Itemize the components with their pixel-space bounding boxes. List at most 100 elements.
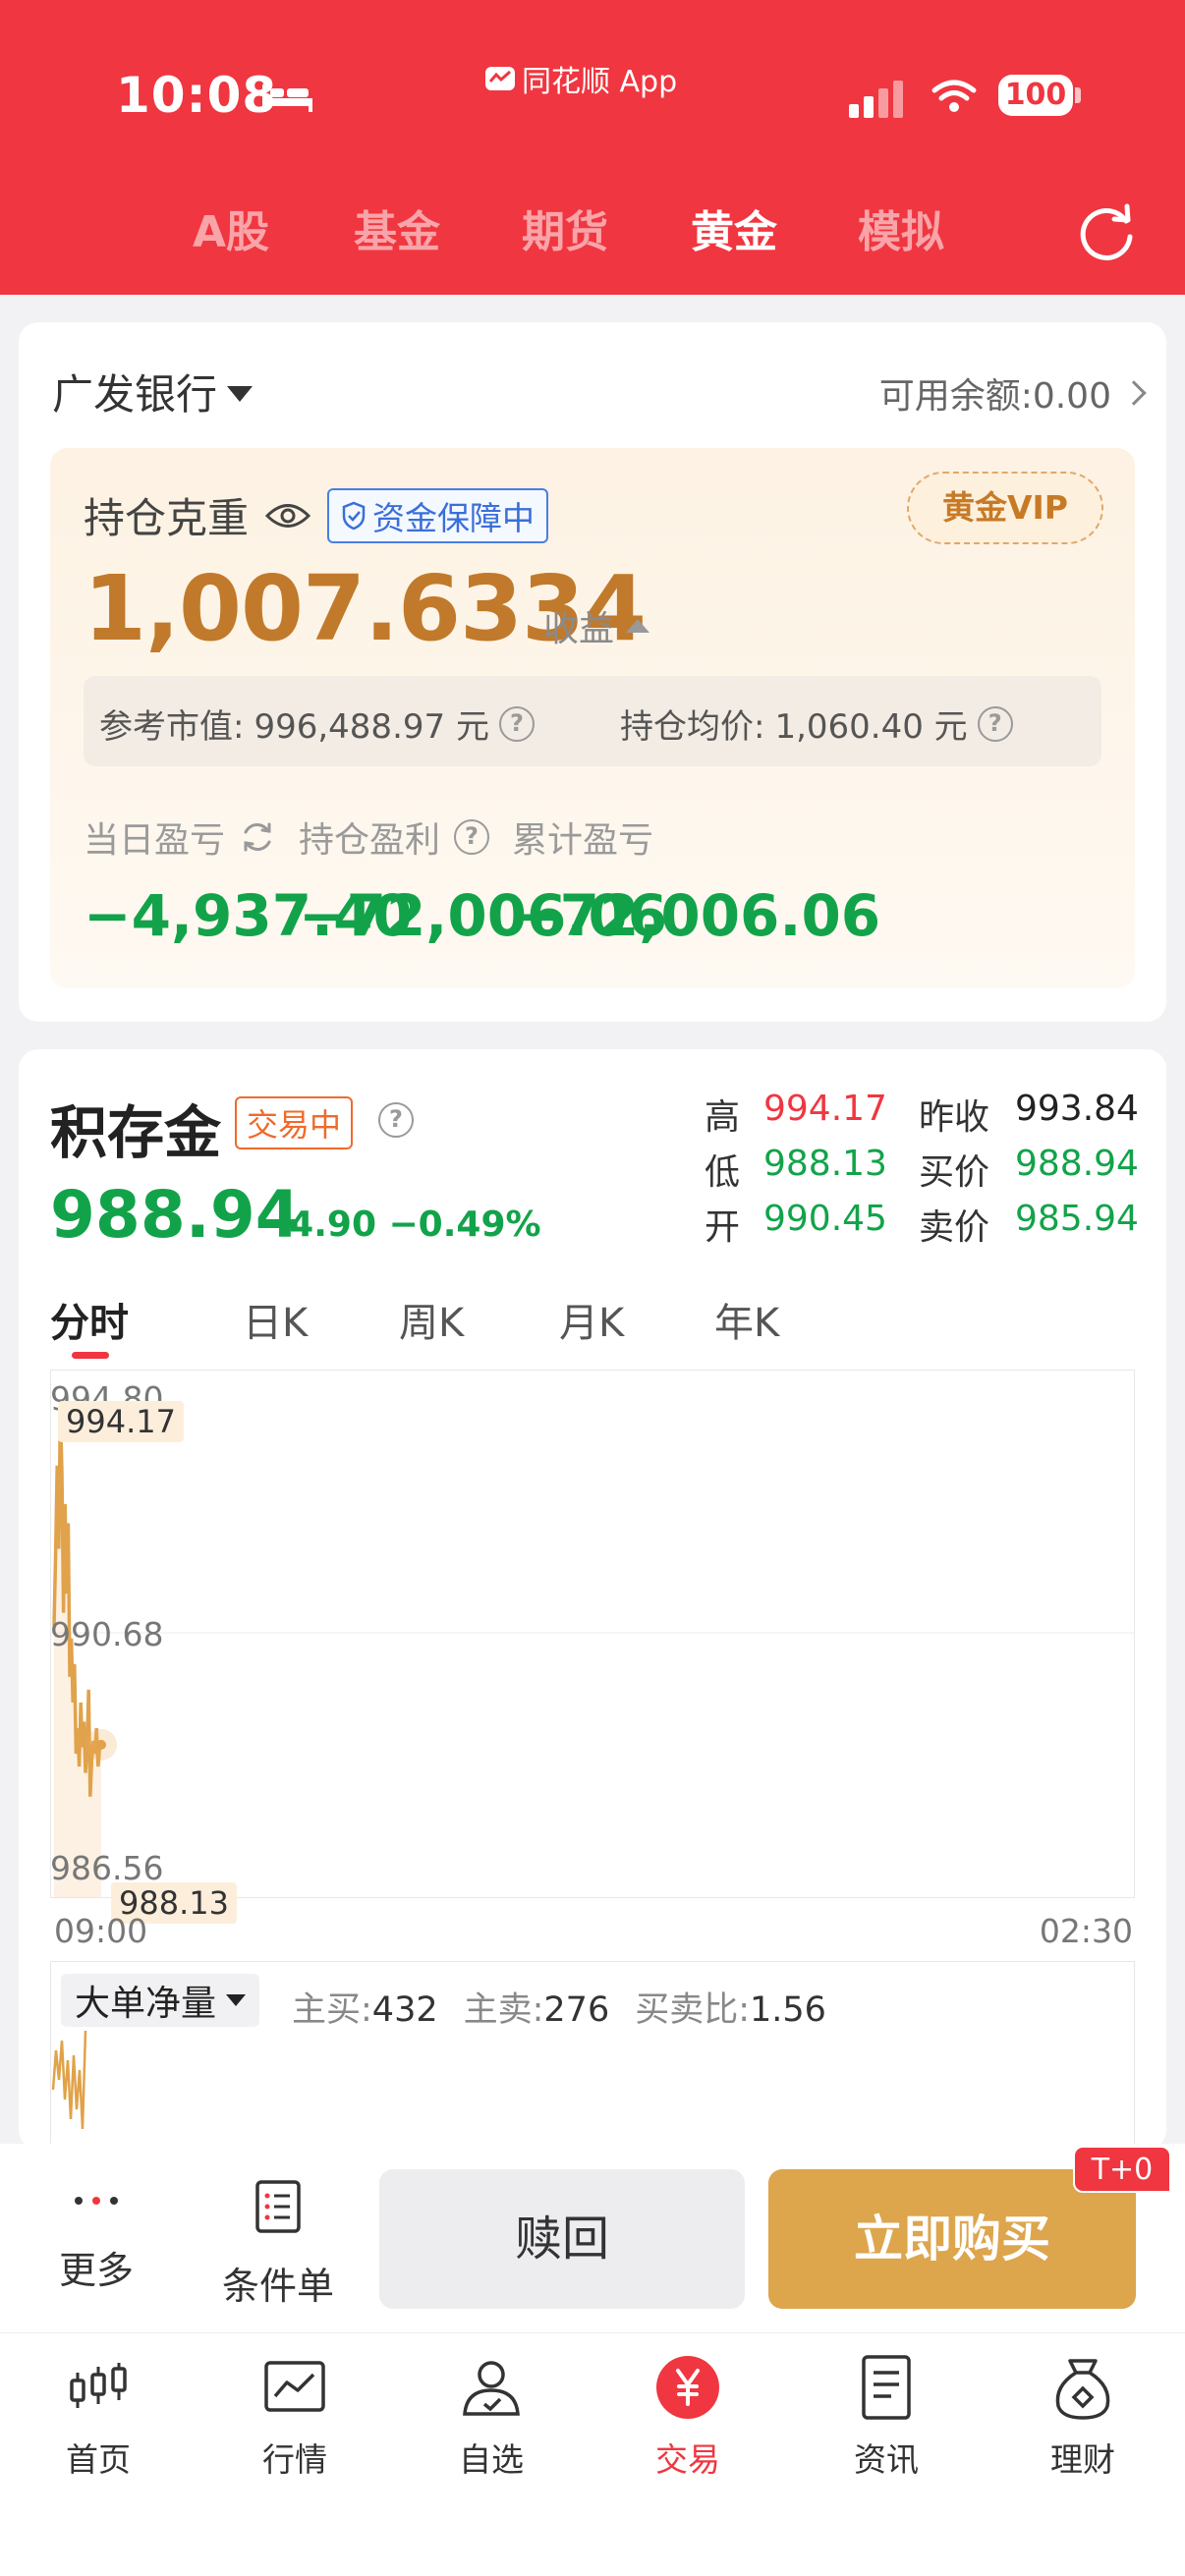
bottom-nav: 首页 行情 自选 交易 资讯 理财 [0, 2332, 1185, 2576]
redeem-button[interactable]: 赎回 [379, 2169, 745, 2309]
price-change: −4.90 −0.49% [259, 1204, 541, 1245]
high-price-tag: 994.17 [58, 1401, 184, 1442]
y-axis-mid-label: 990.68 [50, 1615, 164, 1653]
app-badge[interactable]: 同花顺 App [484, 57, 677, 100]
list-doc-icon [255, 2180, 301, 2233]
account-card: 广发银行 可用余额:0.00 持仓克重 资金保障中 黄金VIP 1,007.63… [19, 322, 1166, 1022]
yuan-icon [656, 2356, 719, 2419]
intraday-chart[interactable]: 994.80 990.68 986.56 994.17 988.13 09:00… [50, 1370, 1135, 1963]
battery-level: 100 [998, 75, 1073, 116]
main-buy-label: 主买: [292, 1990, 372, 2030]
tab-futures[interactable]: 期货 [522, 196, 608, 259]
nav-trade[interactable]: 交易 [609, 2353, 766, 2481]
conditional-order-button[interactable]: 条件单 [214, 2179, 342, 2310]
income-toggle[interactable]: 收益 [543, 600, 650, 651]
action-bar: 更多 条件单 赎回 立即购买 [0, 2144, 1185, 2332]
t0-badge: T+0 [1073, 2146, 1171, 2193]
battery-indicator: 100 [998, 75, 1081, 116]
balance-text: 可用余额:0.00 [878, 376, 1111, 417]
x-axis-start-label: 09:00 [54, 1912, 148, 1950]
nav-home[interactable]: 首页 [20, 2353, 177, 2481]
daily-pnl-label: 当日盈亏 [84, 820, 226, 861]
trading-status-badge: 交易中 [235, 1096, 354, 1149]
tab-funds[interactable]: 基金 [354, 196, 440, 259]
stat-row: 低 988.13 买价 988.94 [705, 1144, 1157, 1193]
tab-yearly-k[interactable]: 年K [714, 1291, 779, 1348]
tab-a-shares[interactable]: A股 [193, 196, 269, 259]
avg-price-label: 持仓均价: [620, 707, 765, 747]
low-label: 低 [705, 1152, 741, 1193]
help-icon[interactable]: ? [454, 819, 490, 855]
tab-weekly-k[interactable]: 周K [399, 1291, 464, 1348]
available-balance[interactable]: 可用余额:0.00 [878, 367, 1147, 419]
nav-home-label: 首页 [66, 2440, 131, 2479]
reference-market-value: 参考市值: 996,488.97 元 ? [99, 700, 535, 748]
nav-market[interactable]: 行情 [216, 2353, 373, 2481]
hold-weight-header: 持仓克重 资金保障中 [84, 485, 549, 545]
tab-monthly-k[interactable]: 月K [559, 1291, 624, 1348]
person-check-icon [463, 2361, 520, 2416]
chart-frame [50, 1370, 1135, 1898]
refresh-icon[interactable] [1077, 203, 1136, 262]
sleep-mode-icon [262, 84, 312, 112]
volume-stats: 主买:432 主卖:276 买卖比:1.56 [292, 1982, 826, 2032]
hold-weight-label: 持仓克重 [84, 494, 250, 542]
help-icon[interactable]: ? [977, 705, 1013, 742]
sync-icon[interactable] [239, 818, 276, 856]
high-value: 994.17 [763, 1089, 887, 1129]
stat-row: 开 990.45 卖价 985.94 [705, 1199, 1157, 1248]
volume-panel: 大单净量 主买:432 主卖:276 买卖比:1.56 [50, 1961, 1135, 2150]
chart-period-tabs: 分时 日K 周K 月K 年K [50, 1291, 1131, 1359]
income-label: 收益 [543, 609, 615, 649]
volume-bars-svg [51, 2030, 87, 2130]
tab-gold[interactable]: 黄金 [691, 196, 777, 259]
cumulative-pnl-label: 累计盈亏 [512, 820, 654, 861]
open-value: 990.45 [763, 1199, 887, 1239]
caret-up-icon [626, 619, 650, 633]
current-point [96, 1739, 106, 1750]
tab-intraday[interactable]: 分时 [50, 1291, 129, 1348]
tab-daily-k[interactable]: 日K [243, 1291, 308, 1348]
ref-value-label: 参考市值: [99, 707, 245, 747]
bank-selector[interactable]: 广发银行 [52, 362, 254, 421]
top-tabs: A股 基金 期货 黄金 模拟 [0, 196, 1185, 265]
x-axis-end-label: 02:30 [1039, 1912, 1133, 1950]
cellular-signal-icon [849, 81, 903, 118]
nav-wealth[interactable]: 理财 [1004, 2353, 1161, 2481]
holding-pnl-label: 持仓盈利 [299, 820, 441, 861]
open-label: 开 [705, 1207, 741, 1248]
tab-simulation[interactable]: 模拟 [858, 196, 944, 259]
prev-close-label: 昨收 [919, 1097, 990, 1138]
low-value: 988.13 [763, 1144, 887, 1184]
main-sell: 主卖:276 [464, 1982, 610, 2032]
high-label: 高 [705, 1097, 741, 1138]
app-badge-label: 同花顺 App [522, 65, 678, 99]
ask-label: 卖价 [919, 1207, 990, 1248]
nav-watchlist-label: 自选 [459, 2440, 524, 2479]
conditional-order-label: 条件单 [221, 2265, 334, 2308]
nav-trade-label: 交易 [655, 2440, 720, 2479]
main-sell-value: 276 [543, 1990, 610, 2030]
shield-icon [342, 501, 366, 530]
main-sell-label: 主卖: [463, 1990, 544, 2030]
product-name: 积存金 [50, 1099, 222, 1166]
eye-icon[interactable] [264, 501, 311, 531]
chart-series-layer [52, 1410, 117, 1897]
price-chart-svg [50, 1370, 1135, 1898]
help-icon[interactable]: ? [378, 1102, 414, 1138]
status-bar: 10:08 同花顺 App 100 [0, 0, 1185, 187]
volume-net-line [51, 2030, 87, 2130]
main-buy: 主买:432 [292, 1982, 438, 2032]
guarantee-badge[interactable]: 资金保障中 [327, 487, 549, 543]
product-card: 积存金 交易中 ? 988.94 −4.90 −0.49% 高 994.17 昨… [19, 1049, 1166, 2150]
avg-price: 1,060.40 元 [774, 707, 968, 747]
more-button[interactable]: 更多 [47, 2179, 145, 2294]
nav-news[interactable]: 资讯 [808, 2353, 965, 2481]
nav-news-label: 资讯 [854, 2440, 919, 2479]
more-dots-icon [47, 2179, 145, 2222]
nav-market-label: 行情 [262, 2440, 327, 2479]
nav-watchlist[interactable]: 自选 [413, 2353, 570, 2481]
buy-sell-ratio-label: 买卖比: [635, 1990, 751, 2030]
help-icon[interactable]: ? [498, 705, 535, 742]
gold-vip-badge[interactable]: 黄金VIP [907, 472, 1103, 544]
